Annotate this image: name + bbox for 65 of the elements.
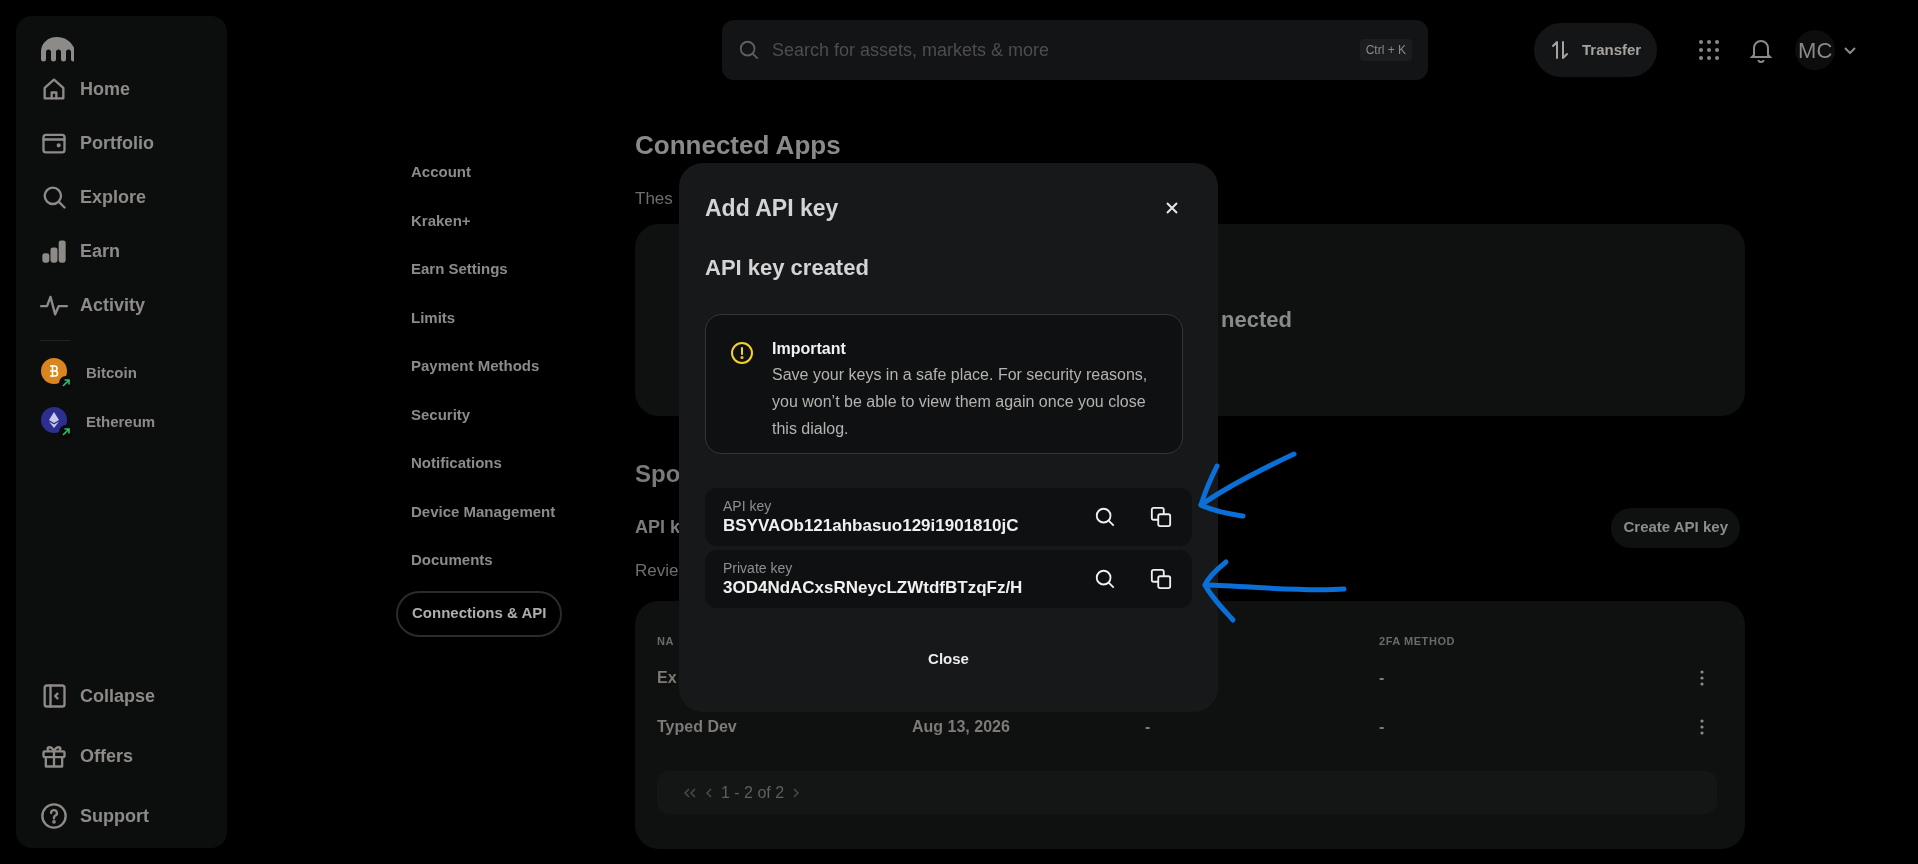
key-value: 3OD4NdACxsRNeycLZWtdfBTzqFz/H — [723, 576, 1023, 599]
column-header: 2FA METHOD — [1379, 634, 1455, 649]
settings-nav-item[interactable]: Limits — [411, 293, 456, 342]
search-field[interactable]: Search for assets, markets & more — [772, 36, 1348, 64]
user-avatar[interactable]: MC — [1795, 30, 1836, 70]
more-options-icon[interactable] — [1700, 669, 1704, 686]
notice-title: Important — [772, 338, 846, 359]
table-cell-text: Aug 13, 2026 — [912, 716, 1010, 737]
search-icon[interactable] — [1094, 505, 1116, 528]
settings-nav-item[interactable]: Notifications — [411, 439, 502, 488]
key-value: BSYVAOb121ahbasuo129i1901810jC — [723, 514, 1019, 537]
nav-item[interactable]: Home — [40, 62, 215, 116]
settings-nav-item[interactable]: Earn Settings — [411, 245, 508, 294]
section-title: Spo — [635, 458, 681, 489]
column-header: NA — [657, 634, 674, 649]
nav-item[interactable]: Offers — [40, 726, 215, 786]
notice-text: Save your keys in a safe place. For security reasons, you won’t be able to view them again once you close this dialog. — [772, 364, 1149, 439]
search-icon — [738, 39, 760, 61]
transfer-button[interactable]: Transfer — [1534, 23, 1658, 77]
api-keys-description: Revie — [635, 559, 679, 582]
table-cell-text: - — [1379, 716, 1385, 737]
settings-nav-item[interactable]: Device Management — [411, 487, 556, 536]
transfer-icon — [1550, 38, 1570, 62]
asset-item[interactable]: Bitcoin — [40, 349, 215, 398]
table-cell-text: - — [1145, 716, 1151, 737]
pagination-text: 1 - 2 of 2 — [721, 782, 785, 803]
table-cell-text: - — [1379, 667, 1385, 688]
dialog-title: Add API key — [705, 194, 839, 223]
table-cell-text: Ex — [657, 667, 677, 688]
help-icon — [40, 802, 68, 830]
settings-nav-item[interactable]: Security — [411, 390, 471, 439]
nav-item[interactable]: Earn — [40, 224, 215, 278]
settings-nav-item[interactable]: Connections & API — [396, 590, 563, 637]
settings-nav-item[interactable]: Kraken+ — [411, 196, 471, 245]
search-icon[interactable] — [1094, 567, 1116, 590]
copy-icon[interactable] — [1150, 505, 1172, 528]
logo-icon[interactable] — [40, 36, 74, 62]
empty-state-text: nected — [1221, 306, 1292, 334]
nav-item[interactable]: Portfolio — [40, 116, 215, 170]
warning-icon — [730, 340, 754, 365]
shortcut-hint: Ctrl + K — [1359, 39, 1412, 61]
table-cell-text: Typed Dev — [657, 716, 737, 737]
create-api-key-button[interactable]: Create API key — [1611, 507, 1740, 548]
search-bar[interactable]: Search for assets, markets & more Ctrl + K — [722, 20, 1428, 80]
api-keys-title: API k — [635, 516, 681, 539]
bell-icon[interactable] — [1749, 37, 1774, 63]
settings-nav-item[interactable]: Account — [411, 148, 471, 197]
copy-icon[interactable] — [1150, 567, 1172, 590]
page-title: Connected Apps — [635, 130, 841, 160]
close-button[interactable]: Close — [904, 637, 993, 682]
settings-nav-item[interactable]: Payment Methods — [411, 342, 540, 391]
asset-item[interactable]: Ethereum — [40, 398, 215, 447]
more-options-icon[interactable] — [1700, 718, 1704, 735]
key-label: Private key — [723, 558, 793, 577]
nav-item[interactable]: Activity — [40, 278, 215, 332]
chevron-down-icon[interactable] — [1843, 45, 1858, 55]
nav-item[interactable]: Support — [40, 786, 215, 846]
dialog-subtitle: API key created — [705, 253, 869, 282]
key-label: API key — [723, 496, 772, 515]
close-icon[interactable] — [1165, 201, 1179, 216]
nav-item[interactable]: Explore — [40, 170, 215, 224]
page-subtitle: Thes — [635, 188, 673, 210]
apps-grid-icon[interactable] — [1697, 38, 1722, 62]
nav-item[interactable]: Collapse — [40, 666, 215, 726]
settings-nav-item[interactable]: Documents — [411, 536, 493, 585]
